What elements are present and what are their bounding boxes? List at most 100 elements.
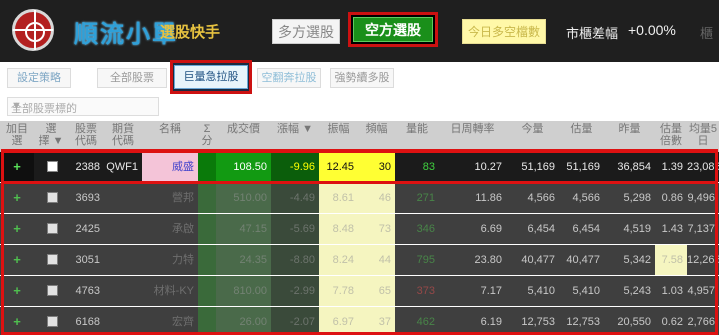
cell-fut: QWF1	[106, 161, 138, 173]
add-watchlist-button[interactable]: +	[0, 276, 34, 306]
cell-today: 12,753	[521, 316, 555, 328]
cell-avg5: 23,086	[687, 161, 719, 173]
column-header-est[interactable]: 估量	[559, 121, 604, 152]
cell-ratio: 7.58	[655, 245, 687, 275]
cell-today: 5,410	[527, 285, 555, 297]
column-header-ratio[interactable]: 估量 倍數	[655, 121, 687, 152]
column-header-code[interactable]: 股票 代碼	[68, 121, 104, 152]
column-header-vol[interactable]: 量能	[395, 121, 439, 152]
select-cell	[34, 276, 68, 306]
cell-ratio: 1.03	[661, 285, 683, 297]
short-select-button[interactable]: 空方選股	[353, 17, 433, 42]
row-checkbox[interactable]	[47, 285, 58, 296]
table-row[interactable]: +2425 承啟 47.15 -5.69 8.48 73 346 6.69 6,454 6,454…	[0, 214, 719, 244]
sigma-bar	[198, 183, 216, 213]
column-header-select[interactable]: 選 擇 ▼	[34, 121, 68, 152]
logo-icon	[12, 9, 54, 51]
long-select-button[interactable]: 多方選股	[272, 19, 340, 44]
cell-fut	[104, 307, 142, 335]
add-watchlist-button[interactable]: +	[0, 307, 34, 335]
column-header-sigma[interactable]: Σ 分	[198, 121, 216, 152]
row-checkbox[interactable]	[47, 316, 58, 327]
stock-filter-select[interactable]: 全部股票標的 ▼	[7, 97, 159, 116]
cell-ratio: 0.62	[661, 316, 683, 328]
select-cell	[34, 307, 68, 335]
cell-code: 3693	[75, 192, 100, 204]
header-truncated-label: 櫃	[700, 26, 714, 41]
cell-avg5: 7,137	[687, 223, 715, 235]
cell-code: 2425	[75, 223, 100, 235]
sigma-bar	[198, 276, 216, 306]
cell-chg: -8.80	[271, 245, 319, 275]
cell-ratio: 1.39	[661, 161, 683, 173]
cell-avg5: 2,766	[687, 316, 715, 328]
cell-vol: 795	[416, 254, 435, 266]
column-header-name[interactable]: 名稱	[142, 121, 198, 152]
strong-long-button[interactable]: 強勢續多股	[330, 68, 394, 88]
table-row[interactable]: +3693 營邦 510.00 -4.49 8.61 46 271 11.86 4,566 4,5…	[0, 183, 719, 213]
cell-chg: -2.99	[271, 276, 319, 306]
chevron-down-icon: ▼	[11, 100, 22, 112]
stock-name: 承啟	[172, 223, 194, 235]
cell-freq: 46	[358, 183, 395, 213]
volume-pull-button[interactable]: 巨量急拉股	[174, 65, 248, 89]
row-checkbox[interactable]	[47, 161, 58, 172]
column-header-turnover[interactable]: 日周轉率	[439, 121, 506, 152]
add-watchlist-button[interactable]: +	[0, 183, 34, 213]
sigma-bar	[198, 214, 216, 244]
cell-turnover: 6.19	[480, 316, 502, 328]
column-header-today[interactable]: 今量	[506, 121, 559, 152]
short-reversal-button[interactable]: 空翻奔拉股	[257, 68, 321, 88]
add-watchlist-button[interactable]: +	[0, 245, 34, 275]
column-header-avg5[interactable]: 均量5日	[687, 121, 719, 152]
set-strategy-button[interactable]: 設定策略	[7, 68, 71, 88]
all-stocks-button[interactable]: 全部股票	[97, 68, 167, 88]
cell-yest: 4,519	[623, 223, 651, 235]
add-watchlist-button[interactable]: +	[0, 214, 34, 244]
cell-avg5: 9,496	[687, 192, 715, 204]
sigma-bar	[198, 152, 216, 182]
cell-fut	[104, 245, 142, 275]
cell-amp: 8.24	[319, 245, 358, 275]
table-row[interactable]: +4763 材料-KY 810.00 -2.99 7.78 65 373 7.17 5,410 5…	[0, 276, 719, 306]
daily-long-short-count-button[interactable]: 今日多空檔數	[462, 19, 546, 44]
cell-today: 4,566	[527, 192, 555, 204]
cell-code: 2388	[75, 161, 100, 173]
column-header-fut[interactable]: 期貨 代碼	[104, 121, 142, 152]
cell-yest: 5,243	[623, 285, 651, 297]
cell-yest: 20,550	[617, 316, 651, 328]
app-header: 順流小單 選股快手 多方選股 空方選股 今日多空檔數 市櫃差幅 +0.00% 櫃	[0, 0, 719, 62]
cell-fut	[104, 183, 142, 213]
cell-fut	[104, 276, 142, 306]
cell-chg: -4.49	[271, 183, 319, 213]
column-header-amp[interactable]: 振幅	[319, 121, 358, 152]
stock-table: 加目 選選 擇 ▼ 股票 代碼 期貨 代碼 名稱 Σ 分成交價 漲幅 ▼ 振幅 頻幅 量能 日周轉…	[0, 121, 719, 335]
row-checkbox[interactable]	[47, 254, 58, 265]
cell-price: 26.00	[216, 307, 271, 335]
column-header-chg[interactable]: 漲幅 ▼	[271, 121, 319, 152]
cell-code: 4763	[75, 285, 100, 297]
cell-freq: 73	[358, 214, 395, 244]
table-row[interactable]: +2388 QWF1 威盛 108.50 -9.96 12.45 30 83 10.27 51,1…	[0, 152, 719, 182]
cell-today: 40,477	[521, 254, 555, 266]
cell-avg5: 12,266	[687, 254, 719, 266]
cell-price: 24.35	[216, 245, 271, 275]
row-checkbox[interactable]	[47, 223, 58, 234]
stock-name: 力特	[172, 254, 194, 266]
add-watchlist-button[interactable]: +	[0, 152, 34, 182]
table-row[interactable]: +6168 宏齊 26.00 -2.07 6.97 37 462 6.19 12,753 12,7…	[0, 307, 719, 335]
cell-chg: -5.69	[271, 214, 319, 244]
cell-est: 40,477	[566, 254, 600, 266]
column-header-price[interactable]: 成交價	[216, 121, 271, 152]
column-header-add[interactable]: 加目 選	[0, 121, 34, 152]
cell-amp: 12.45	[319, 152, 358, 182]
column-header-yest[interactable]: 昨量	[604, 121, 655, 152]
column-header-freq[interactable]: 頻幅	[358, 121, 395, 152]
cell-amp: 7.78	[319, 276, 358, 306]
table-row[interactable]: +3051 力特 24.35 -8.80 8.24 44 795 23.80 40,477 40,…	[0, 245, 719, 275]
cell-turnover: 11.86	[475, 192, 502, 204]
row-checkbox[interactable]	[47, 192, 58, 203]
cell-code: 3051	[75, 254, 100, 266]
cell-amp: 8.48	[319, 214, 358, 244]
cell-yest: 5,298	[623, 192, 651, 204]
